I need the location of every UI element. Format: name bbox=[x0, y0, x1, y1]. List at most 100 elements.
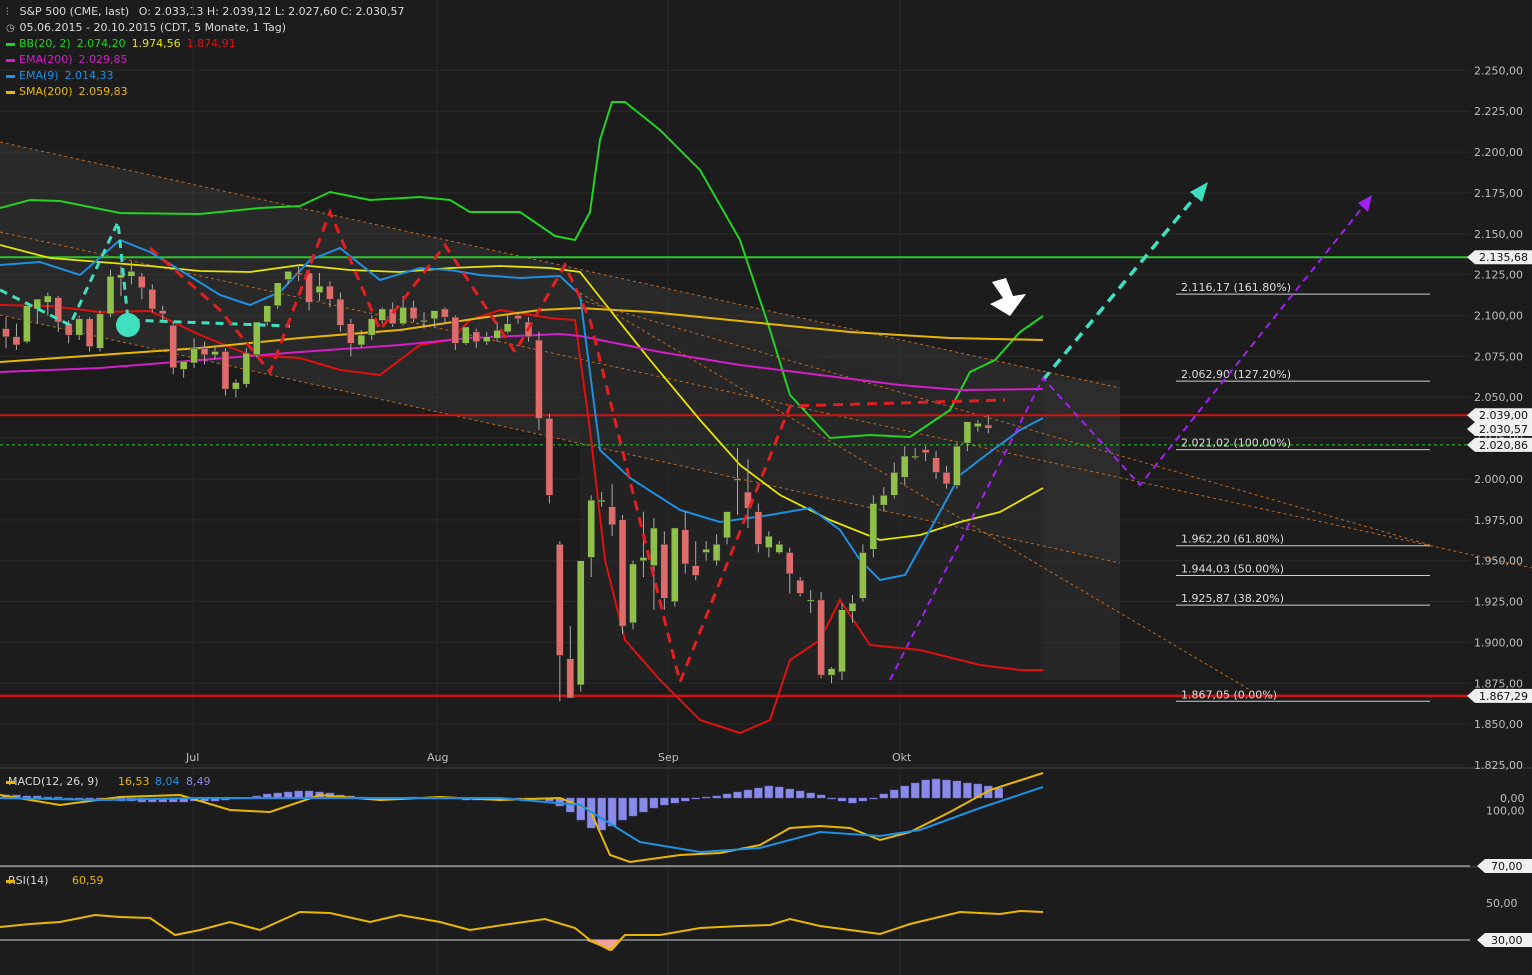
candle-body bbox=[472, 331, 480, 342]
y-tick-label: 2.225,00 bbox=[1474, 105, 1523, 118]
candle-body bbox=[859, 552, 867, 599]
macd-bar bbox=[921, 779, 930, 799]
candle-body bbox=[159, 310, 167, 315]
rsi-oversold-fill bbox=[585, 940, 622, 951]
macd-bar bbox=[681, 797, 690, 802]
candle-body bbox=[190, 347, 198, 364]
y-tick-label: 2.050,00 bbox=[1474, 391, 1523, 404]
candle-body bbox=[12, 336, 21, 346]
candle-body bbox=[378, 308, 386, 321]
candle-body bbox=[127, 271, 136, 277]
rsi-tag-label: 30,00 bbox=[1491, 934, 1523, 947]
candle-body bbox=[754, 511, 763, 545]
candle-body bbox=[294, 272, 303, 275]
candle-body bbox=[765, 535, 773, 548]
y-tick-label: 1.825,00 bbox=[1474, 759, 1523, 772]
rsi-value: 60,59 bbox=[72, 874, 104, 887]
candle-body bbox=[848, 602, 857, 612]
macd-bar bbox=[963, 782, 972, 799]
rsi-axis-label: 100,00 bbox=[1486, 805, 1525, 818]
candle-body bbox=[482, 336, 491, 342]
candle-body bbox=[148, 289, 157, 310]
candle-body bbox=[85, 318, 94, 347]
macd-bar bbox=[691, 797, 700, 800]
candle-body bbox=[733, 478, 742, 481]
y-tick-label: 2.100,00 bbox=[1474, 310, 1523, 323]
macd-bar bbox=[607, 797, 617, 827]
candle-body bbox=[869, 503, 878, 550]
candle-body bbox=[723, 511, 731, 539]
candle-body bbox=[545, 418, 554, 496]
down-arrow-icon bbox=[990, 278, 1026, 316]
candle-body bbox=[691, 565, 700, 576]
channel-extension bbox=[1043, 380, 1120, 680]
candle-body bbox=[535, 339, 543, 419]
y-tick-label: 2.000,00 bbox=[1474, 473, 1523, 486]
macd-bar bbox=[701, 796, 711, 799]
fib-label: 2.021,02 (100.00%) bbox=[1181, 437, 1291, 450]
y-tick-label: 2.175,00 bbox=[1474, 187, 1523, 200]
candle-body bbox=[796, 580, 804, 594]
candle-body bbox=[921, 449, 930, 454]
candle-body bbox=[326, 285, 334, 300]
candle-body bbox=[409, 307, 418, 320]
candle-body bbox=[702, 548, 710, 553]
candle-body bbox=[430, 310, 439, 320]
macd-title: MACD(12, 26, 9) bbox=[8, 775, 99, 788]
candle-body bbox=[817, 599, 825, 676]
candle-body bbox=[827, 668, 836, 676]
candle-body bbox=[712, 544, 721, 561]
arrowhead bbox=[1190, 182, 1208, 202]
candle-body bbox=[932, 457, 940, 473]
candle-body bbox=[357, 334, 366, 346]
y-tick-label: 1.850,00 bbox=[1474, 718, 1523, 731]
macd-bar bbox=[743, 789, 753, 799]
candle-body bbox=[942, 472, 951, 485]
macd-bar bbox=[660, 797, 669, 806]
x-tick-label: Aug bbox=[427, 751, 448, 764]
candle-body bbox=[660, 544, 669, 599]
x-tick-label: Okt bbox=[892, 751, 912, 764]
candle-body bbox=[890, 472, 898, 496]
macd-bar bbox=[775, 786, 784, 799]
macd-value: 16,53 bbox=[118, 775, 150, 788]
rsi-line bbox=[0, 909, 1044, 952]
y-tick-label: 1.925,00 bbox=[1474, 596, 1523, 609]
macd-bar bbox=[649, 797, 659, 809]
macd-bar bbox=[994, 787, 1003, 799]
candle-body bbox=[75, 318, 83, 336]
fib-label: 2.062,90 (127.20%) bbox=[1181, 368, 1291, 381]
candle-body bbox=[838, 609, 846, 673]
price-tag-label: 2.135,68 bbox=[1479, 251, 1528, 264]
candle-body bbox=[451, 316, 460, 344]
price-chart[interactable]: 2.116,17 (161.80%) 2.062,90 (127.20%) 2.02… bbox=[0, 0, 1532, 975]
candle-body bbox=[462, 326, 470, 344]
y-tick-label: 1.975,00 bbox=[1474, 514, 1523, 527]
candle-body bbox=[953, 446, 961, 486]
macd-bar bbox=[848, 797, 857, 804]
fib-label: 1.867,05 (0.00%) bbox=[1181, 688, 1277, 701]
y-tick-label: 1.950,00 bbox=[1474, 555, 1523, 568]
macd-bar bbox=[900, 785, 909, 799]
macd-bar bbox=[670, 797, 680, 804]
macd-bar bbox=[890, 789, 899, 799]
candle-body bbox=[2, 328, 10, 338]
macd-bar bbox=[879, 793, 889, 799]
macd-bar bbox=[869, 797, 878, 800]
candle-body bbox=[23, 305, 31, 342]
candle-body bbox=[315, 285, 324, 293]
y-tick-label: 2.200,00 bbox=[1474, 146, 1523, 159]
candle-body bbox=[618, 519, 627, 627]
candle-body bbox=[273, 282, 282, 306]
candle-body bbox=[399, 307, 407, 324]
candle-body bbox=[33, 298, 42, 310]
y-tick-label: 2.075,00 bbox=[1474, 350, 1523, 363]
candle-body bbox=[900, 455, 909, 478]
candle-body bbox=[96, 313, 104, 349]
macd-bar bbox=[816, 794, 826, 799]
candle-body bbox=[44, 295, 52, 303]
candle-body bbox=[263, 305, 271, 323]
legend-swatch bbox=[6, 781, 15, 784]
legend-swatch bbox=[6, 880, 15, 883]
candle-body bbox=[681, 529, 689, 565]
